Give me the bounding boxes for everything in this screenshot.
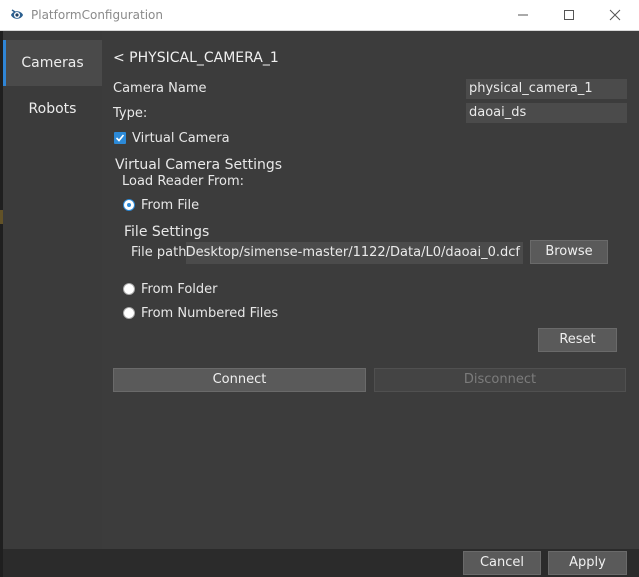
minimize-icon — [518, 14, 528, 16]
from-numbered-files-label[interactable]: From Numbered Files — [141, 306, 278, 321]
sidebar-item-label: Cameras — [21, 55, 84, 71]
reset-button[interactable]: Reset — [538, 328, 617, 352]
sidebar-item-robots[interactable]: Robots — [3, 86, 102, 132]
close-icon — [609, 9, 621, 21]
app-logo-icon — [9, 7, 25, 23]
cancel-button[interactable]: Cancel — [463, 551, 541, 575]
from-folder-label[interactable]: From Folder — [141, 282, 218, 297]
sidebar: Cameras Robots — [3, 31, 102, 549]
camera-name-field[interactable]: physical_camera_1 — [466, 79, 627, 99]
camera-name-label: Camera Name — [113, 81, 207, 96]
virtual-camera-label[interactable]: Virtual Camera — [132, 131, 230, 146]
file-settings-heading: File Settings — [124, 224, 210, 240]
minimize-button[interactable] — [500, 0, 546, 30]
from-folder-radio[interactable] — [123, 283, 135, 295]
disconnect-button[interactable]: Disconnect — [374, 368, 626, 392]
type-field[interactable]: daoai_ds — [466, 103, 627, 123]
type-label: Type: — [113, 106, 148, 121]
apply-button[interactable]: Apply — [548, 551, 627, 575]
close-button[interactable] — [592, 0, 638, 30]
browse-button[interactable]: Browse — [530, 240, 608, 264]
maximize-button[interactable] — [546, 0, 592, 30]
virtual-camera-checkbox[interactable] — [114, 132, 126, 144]
sidebar-item-cameras[interactable]: Cameras — [3, 40, 102, 86]
maximize-icon — [564, 10, 574, 20]
window-title: PlatformConfiguration — [31, 8, 163, 22]
from-file-radio[interactable] — [123, 199, 135, 211]
file-path-value: C:/Users/daoai/Desktop/simense-master/11… — [186, 245, 520, 260]
back-link[interactable]: < PHYSICAL_CAMERA_1 — [113, 50, 279, 66]
checkmark-icon — [115, 134, 125, 142]
sidebar-item-label: Robots — [28, 101, 77, 117]
virtual-camera-settings-heading: Virtual Camera Settings — [115, 157, 283, 173]
connect-button[interactable]: Connect — [113, 368, 366, 392]
load-reader-label: Load Reader From: — [122, 174, 245, 189]
title-bar: PlatformConfiguration — [0, 0, 639, 31]
file-path-field[interactable]: C:/Users/daoai/Desktop/simense-master/11… — [186, 242, 523, 264]
from-numbered-files-radio[interactable] — [123, 307, 135, 319]
from-file-label[interactable]: From File — [141, 198, 199, 213]
file-path-label: File path: — [131, 245, 191, 260]
